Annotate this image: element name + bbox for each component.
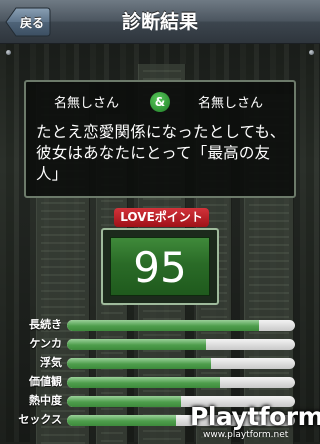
stat-label: 価値観 — [29, 375, 62, 388]
stat-bar-fill — [67, 358, 211, 369]
love-score-box: 95 — [101, 228, 219, 305]
stat-row: ケンカ — [0, 337, 320, 351]
love-points-badge: LOVEポイント — [114, 208, 209, 227]
stat-label: 長続き — [29, 318, 62, 331]
rivet-icon — [6, 50, 11, 55]
page-title: 診断結果 — [121, 11, 198, 33]
love-score-value: 95 — [110, 237, 210, 296]
name-left: 名無しさん — [54, 96, 120, 111]
stat-bar-fill — [67, 339, 207, 350]
ampersand-icon: & — [150, 92, 170, 112]
stat-row: 長続き — [0, 318, 320, 332]
result-message: たとえ恋愛関係になったとしても、彼女はあなたにとって「最高の友人」 — [36, 123, 286, 183]
stat-bar-fill — [67, 415, 177, 426]
stat-bar-track — [67, 320, 295, 331]
stat-row: 浮気 — [0, 356, 320, 370]
pair-names: 名無しさん & 名無しさん — [26, 90, 294, 112]
stat-bar-fill — [67, 396, 181, 407]
stat-bar-fill — [67, 320, 259, 331]
stat-label: 浮気 — [40, 356, 62, 369]
stat-row: 価値観 — [0, 375, 320, 389]
watermark-url: www.playtform.net — [203, 430, 289, 440]
stat-label: ケンカ — [29, 337, 62, 350]
stat-label: セックス — [18, 413, 62, 426]
navigation-bar: 戻る 診断結果 — [0, 0, 320, 44]
name-right: 名無しさん — [198, 96, 264, 111]
stat-bar-track — [67, 377, 295, 388]
watermark-logo: Playtform — [190, 402, 320, 431]
result-panel: 名無しさん & 名無しさん たとえ恋愛関係になったとしても、彼女はあなたにとって… — [24, 80, 296, 198]
stat-bar-track — [67, 339, 295, 350]
stat-bar-track — [67, 358, 295, 369]
stat-bar-fill — [67, 377, 220, 388]
stat-label: 熱中度 — [29, 394, 62, 407]
rivet-icon — [309, 50, 314, 55]
